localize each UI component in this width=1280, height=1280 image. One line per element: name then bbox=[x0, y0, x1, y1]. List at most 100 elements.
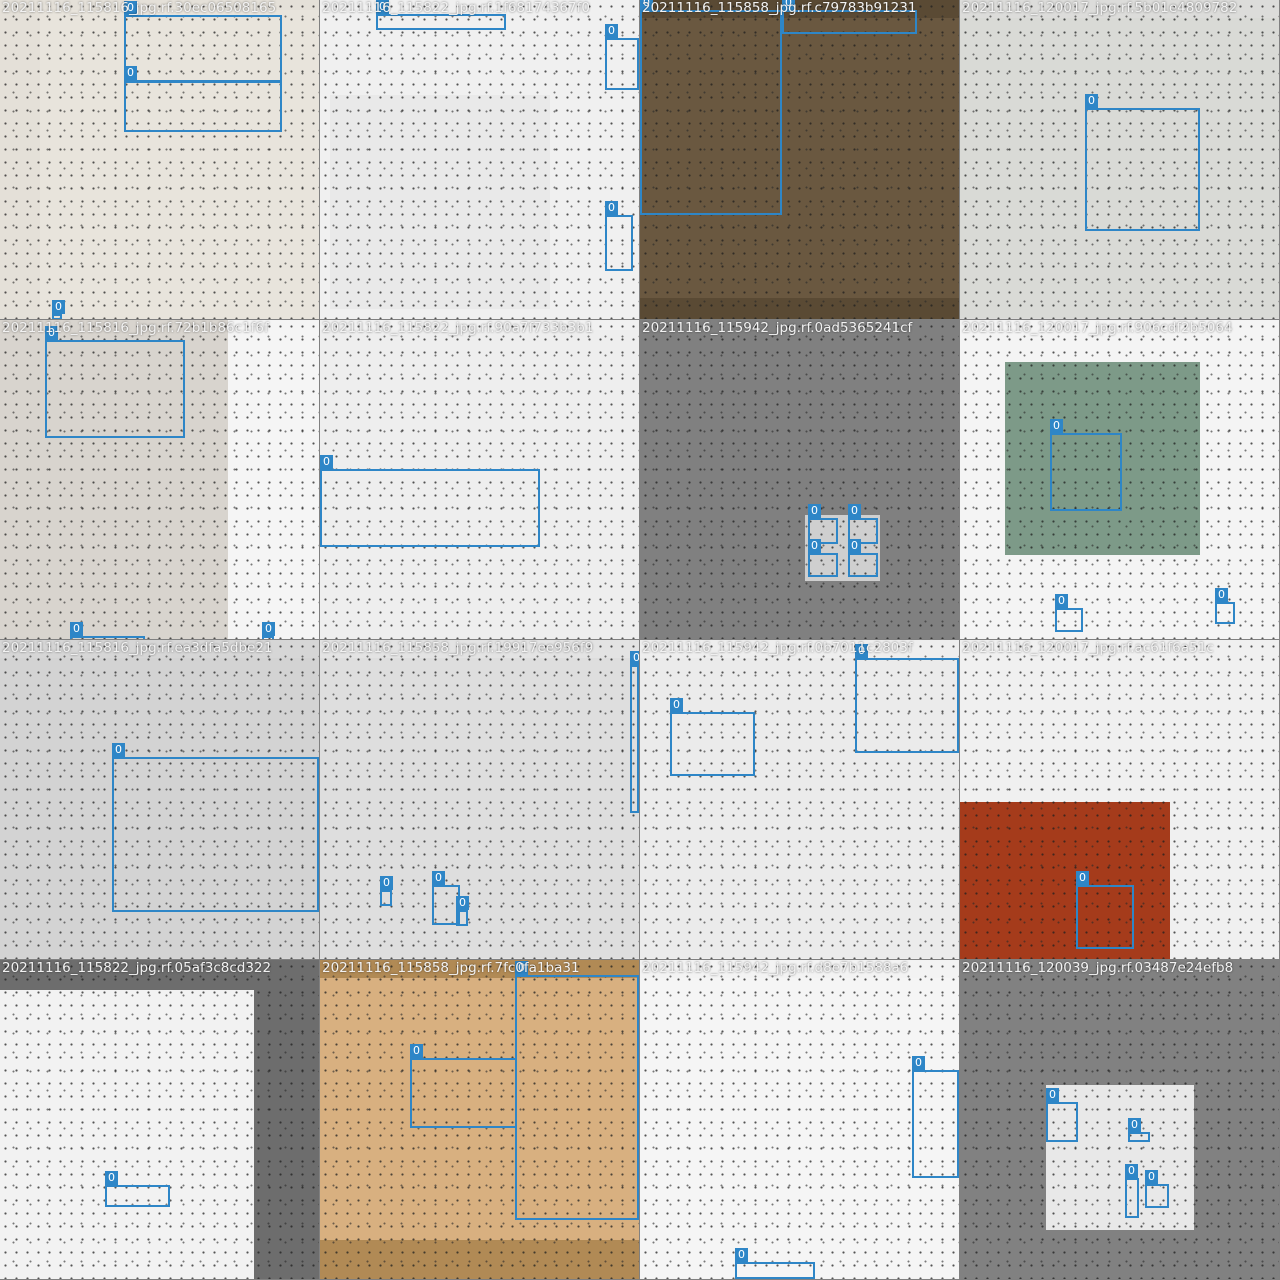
box-label: 0 bbox=[1046, 1088, 1059, 1102]
box-label: 0 bbox=[262, 622, 275, 636]
tile-title: 20211116_115822_jpg.rf.1f68174367f0 bbox=[322, 0, 590, 16]
mosaic-tile: 0 0 0 20211116_115816_jpg.rf.72b1b86c1f6f bbox=[0, 320, 319, 639]
bounding-box: 0 bbox=[670, 698, 755, 776]
box-label: 0 bbox=[1145, 1170, 1158, 1184]
tile-title: 20211116_115858_jpg.rf.c79783b91231 bbox=[642, 0, 917, 16]
bounding-box: 0 bbox=[376, 0, 506, 30]
mosaic-tile: 0 0 0 20211116_120017_jpg.rf.906cdf2b5064 bbox=[960, 320, 1279, 639]
box-label: 0 bbox=[1085, 94, 1098, 108]
tile-title: 20211116_115942_jpg.rf.0b7011c2803f bbox=[642, 640, 913, 656]
bounding-box: 0 bbox=[70, 622, 145, 639]
box-label: 0 bbox=[1076, 871, 1089, 885]
bounding-box: 0 bbox=[1215, 588, 1235, 624]
bounding-box: 0 bbox=[848, 539, 878, 577]
box-label: 0 bbox=[432, 871, 445, 885]
bounding-box: 0 bbox=[605, 24, 639, 90]
mosaic-tile: 0 0 20211116_115858_jpg.rf.7fc0fa1ba31 bbox=[320, 960, 639, 1279]
tile-image-region bbox=[960, 802, 1170, 959]
tile-image-region bbox=[330, 95, 550, 309]
mosaic-tile: 0 0 20211116_115942_jpg.rf.0b7011c2803f bbox=[640, 640, 959, 959]
tile-title: 20211116_115858_jpg.rf.19917ee956f9 bbox=[322, 640, 594, 656]
tile-title: 20211116_120017_jpg.rf.ac61f6a51c bbox=[962, 640, 1214, 656]
box-label: 0 bbox=[1050, 419, 1063, 433]
tile-image-region bbox=[320, 658, 639, 958]
box-label: 0 bbox=[605, 201, 618, 215]
box-label: 0 bbox=[105, 1171, 118, 1185]
bounding-box: 0 bbox=[105, 1171, 170, 1207]
mosaic-tile: 0 0 0 0 20211116_115942_jpg.rf.0ad5365241cf bbox=[640, 320, 959, 639]
box-label: 0 bbox=[848, 504, 861, 518]
tile-image-region bbox=[0, 990, 254, 1279]
bounding-box: 0 bbox=[1085, 94, 1200, 231]
box-label: 0 bbox=[630, 651, 639, 665]
box-label: 0 bbox=[52, 300, 65, 314]
tile-title: 20211116_115822_jpg.rf.90a7f733b3b1 bbox=[322, 320, 594, 336]
bounding-box: 0 bbox=[855, 644, 959, 753]
box-label: 0 bbox=[1128, 1118, 1141, 1132]
mosaic-tile: 0 20211116_115816_jpg.rf.ea3dfa5dbe21 bbox=[0, 640, 319, 959]
box-label: 0 bbox=[1055, 594, 1068, 608]
bounding-box: 0 bbox=[1050, 419, 1122, 511]
tile-title: 20211116_115816_jpg.rf.72b1b86c1f6f bbox=[2, 320, 269, 336]
box-label: 0 bbox=[848, 539, 861, 553]
box-label: 0 bbox=[320, 455, 333, 469]
tile-title: 20211116_115822_jpg.rf.05af3c8cd322 bbox=[2, 960, 272, 976]
mosaic-tile: 0 0 20211116_115942_jpg.rf.d8e7b1588a6 bbox=[640, 960, 959, 1279]
box-label: 0 bbox=[112, 743, 125, 757]
bounding-box: 0 bbox=[808, 539, 838, 577]
box-label: 0 bbox=[380, 876, 393, 890]
bounding-box: 0 bbox=[262, 622, 275, 639]
mosaic-tile: 0 20211116_120017_jpg.rf.5b01e4809782 bbox=[960, 0, 1279, 319]
bounding-box: 0 bbox=[124, 1, 282, 83]
box-label: 0 bbox=[735, 1248, 748, 1262]
mosaic-tile: 0 20211116_115822_jpg.rf.05af3c8cd322 bbox=[0, 960, 319, 1279]
mosaic-tile: 0 0 0 0 20211116_115858_jpg.rf.19917ee956f9 bbox=[320, 640, 639, 959]
box-label: 0 bbox=[808, 539, 821, 553]
box-label: 0 bbox=[124, 66, 137, 80]
bounding-box: 0 bbox=[45, 326, 185, 438]
bounding-box: 0 bbox=[124, 66, 282, 132]
bounding-box: 0 bbox=[380, 876, 393, 906]
box-label: 0 bbox=[912, 1056, 925, 1070]
box-label: 0 bbox=[410, 1044, 423, 1058]
box-label: 0 bbox=[670, 698, 683, 712]
bounding-box: 0 bbox=[1046, 1088, 1078, 1142]
tile-title: 20211116_120017_jpg.rf.5b01e4809782 bbox=[962, 0, 1238, 16]
box-label: 0 bbox=[70, 622, 83, 636]
noise-overlay bbox=[640, 320, 959, 639]
bounding-box: 0 bbox=[735, 1248, 815, 1279]
bounding-box: 0 bbox=[640, 0, 782, 215]
bounding-box: 0 bbox=[630, 651, 639, 813]
bounding-box: 0 bbox=[912, 1056, 959, 1178]
mosaic-tile: 0 20211116_120017_jpg.rf.ac61f6a51c bbox=[960, 640, 1279, 959]
bounding-box: 0 bbox=[112, 743, 319, 912]
box-label: 0 bbox=[605, 24, 618, 38]
tile-title: 20211116_120039_jpg.rf.03487e24efb8 bbox=[962, 960, 1234, 976]
box-label: 0 bbox=[808, 504, 821, 518]
box-label: 0 bbox=[1215, 588, 1228, 602]
box-label: 0 bbox=[456, 896, 469, 910]
bounding-box: 0 bbox=[515, 961, 639, 1220]
tile-title: 20211116_115858_jpg.rf.7fc0fa1ba31 bbox=[322, 960, 580, 976]
bounding-box: 0 bbox=[320, 455, 540, 547]
bounding-box: 0 bbox=[1055, 594, 1083, 632]
bounding-box: 0 bbox=[456, 896, 469, 926]
bounding-box: 0 bbox=[52, 300, 65, 319]
tile-title: 20211116_115942_jpg.rf.d8e7b1588a6 bbox=[642, 960, 909, 976]
bounding-box: 0 bbox=[605, 201, 633, 271]
mosaic-tile: 0 20211116_115822_jpg.rf.90a7f733b3b1 bbox=[320, 320, 639, 639]
bounding-box: 0 bbox=[410, 1044, 517, 1128]
bounding-box: 0 bbox=[1128, 1118, 1150, 1142]
mosaic-tile: 0 0 0 20211116_115822_jpg.rf.1f68174367f0 bbox=[320, 0, 639, 319]
mosaic-grid: 0 0 0 20211116_115816_jpg.rf.30ec06508165 0 0… bbox=[0, 0, 1280, 1280]
mosaic-tile: 0 0 0 20211116_115816_jpg.rf.30ec06508165 bbox=[0, 0, 319, 319]
mosaic-tile: 0 0 20211116_115858_jpg.rf.c79783b91231 bbox=[640, 0, 959, 319]
tile-title: 20211116_115942_jpg.rf.0ad5365241cf bbox=[642, 320, 913, 336]
tile-title: 20211116_115816_jpg.rf.ea3dfa5dbe21 bbox=[2, 640, 273, 656]
bounding-box: 0 bbox=[1125, 1164, 1139, 1218]
mosaic-tile: 0 0 0 0 20211116_120039_jpg.rf.03487e24efb8 bbox=[960, 960, 1279, 1279]
bounding-box: 0 bbox=[1145, 1170, 1169, 1208]
tile-title: 20211116_120017_jpg.rf.906cdf2b5064 bbox=[962, 320, 1233, 336]
bounding-box: 0 bbox=[1076, 871, 1134, 949]
box-label: 0 bbox=[1125, 1164, 1138, 1178]
